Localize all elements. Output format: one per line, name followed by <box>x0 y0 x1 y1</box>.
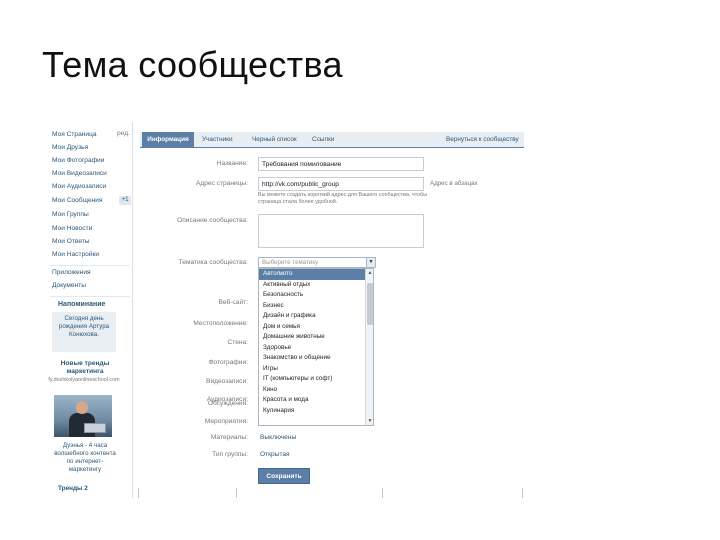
topic-select[interactable]: Выберите тематику ▼ <box>258 257 376 268</box>
topic-option[interactable]: Кино <box>259 385 365 396</box>
address-hint: Вы можете создать короткий адрес для Ваш… <box>258 192 428 205</box>
sidebar-edit-link[interactable]: ред. <box>117 130 130 137</box>
topic-label: Тематика сообщества: <box>178 259 248 266</box>
topic-option[interactable]: Здоровье <box>259 343 365 354</box>
sidebar-item-videos[interactable]: Мои Видеозаписи <box>52 169 107 179</box>
address-input[interactable] <box>258 177 424 191</box>
topic-option[interactable]: IT (компьютеры и софт) <box>259 374 365 385</box>
topic-dropdown-list: Авто/мото Активный отдых Безопасность Би… <box>258 268 374 426</box>
sidebar-border <box>132 122 133 498</box>
address-label: Адрес страницы: <box>195 180 248 187</box>
sidebar-item-groups[interactable]: Мои Группы <box>52 210 89 220</box>
wall-label: Стена: <box>227 339 248 346</box>
sidebar-item-photos[interactable]: Мои Фотографии <box>52 156 104 166</box>
left-sidebar: Моя Страница ред. Мои Друзья Мои Фотогра… <box>48 122 132 498</box>
topic-option[interactable]: Бизнес <box>259 301 365 312</box>
ad-photo-face <box>76 401 88 414</box>
topic-option[interactable]: Игры <box>259 364 365 375</box>
location-label: Местоположение: <box>193 320 248 327</box>
reminder-text: Сегодня день рождения Артура Конюхова. <box>58 315 110 338</box>
topic-option[interactable]: Знакомство и общение <box>259 353 365 364</box>
events-label: Мероприятия: <box>204 418 248 425</box>
vk-screenshot: Моя Страница ред. Мои Друзья Мои Фотогра… <box>48 122 524 498</box>
chevron-down-icon[interactable]: ▼ <box>366 258 375 267</box>
description-textarea[interactable] <box>258 214 424 248</box>
topic-select-placeholder: Выберите тематику <box>262 259 319 266</box>
name-input[interactable] <box>258 157 424 171</box>
reminder-title: Напоминание <box>58 301 106 308</box>
messages-count-badge: +1 <box>119 196 131 205</box>
reminder-box[interactable]: Сегодня день рождения Артура Конюхова. <box>52 312 116 352</box>
tab-members[interactable]: Участники <box>202 132 233 148</box>
scroll-down-icon[interactable]: ▼ <box>366 417 373 425</box>
topic-option[interactable]: Дом и семья <box>259 322 365 333</box>
ad-photo[interactable] <box>54 395 112 437</box>
photos-label: Фотографии: <box>208 359 248 366</box>
divider-mark <box>236 488 237 498</box>
scroll-up-icon[interactable]: ▲ <box>366 269 373 277</box>
materials-label: Материалы: <box>210 434 248 441</box>
tab-bar: Информация Участники Черный список Ссылк… <box>140 132 524 148</box>
divider-mark <box>138 488 139 498</box>
group-type-value[interactable]: Открытая <box>260 451 290 458</box>
sidebar-item-audio[interactable]: Мои Аудиозаписи <box>52 182 106 192</box>
sidebar-item-news[interactable]: Мои Новости <box>52 224 92 234</box>
save-button[interactable]: Сохранить <box>258 468 310 484</box>
ad-next-title[interactable]: Тренды 2 <box>58 485 88 492</box>
topic-option[interactable]: Кулинария <box>259 406 365 417</box>
sidebar-item-settings[interactable]: Мои Настройки <box>52 250 99 260</box>
address-side-link[interactable]: Адрес в абзацах <box>430 180 478 187</box>
group-type-label: Тип группы: <box>212 451 248 458</box>
tab-info[interactable]: Информация <box>142 132 194 148</box>
materials-value[interactable]: Выключены <box>260 434 296 441</box>
dropdown-scroll-thumb[interactable] <box>367 283 373 325</box>
divider-mark <box>382 488 383 498</box>
ad-photo-laptop <box>84 423 106 433</box>
ad-title[interactable]: Новые тренды маркетинга <box>54 360 116 376</box>
ad-text: Дуэнья - 4 часа волшебного контента по и… <box>54 442 116 473</box>
topic-option[interactable]: Авто/мото <box>259 269 365 280</box>
tab-blacklist[interactable]: Черный список <box>252 132 297 148</box>
ad-url: fy.doshkolyaonlineschool.com <box>48 377 120 383</box>
sidebar-item-messages[interactable]: Мои Сообщения <box>52 196 103 206</box>
videos-label: Видеозаписи: <box>206 378 248 385</box>
website-label: Веб-сайт: <box>218 299 248 306</box>
sidebar-divider <box>50 265 130 266</box>
sidebar-item-my-page[interactable]: Моя Страница <box>52 130 97 140</box>
tab-back-to-community[interactable]: Вернуться к сообществу <box>446 132 519 148</box>
sidebar-item-apps[interactable]: Приложения <box>52 268 91 278</box>
sidebar-item-documents[interactable]: Документы <box>52 281 86 291</box>
discussions-label: Обсуждения: <box>207 400 248 407</box>
slide-title: Тема сообщества <box>42 44 343 85</box>
topic-option[interactable]: Дизайн и графика <box>259 311 365 322</box>
topic-option[interactable]: Активный отдых <box>259 280 365 291</box>
divider-mark <box>522 488 523 498</box>
sidebar-item-friends[interactable]: Мои Друзья <box>52 143 88 153</box>
tab-links[interactable]: Ссылки <box>312 132 335 148</box>
topic-option[interactable]: Домашние животные <box>259 332 365 343</box>
topic-option[interactable]: Безопасность <box>259 290 365 301</box>
sidebar-item-answers[interactable]: Мои Ответы <box>52 237 90 247</box>
name-label: Название: <box>216 160 248 167</box>
topic-option[interactable]: Красота и мода <box>259 395 365 406</box>
sidebar-divider <box>50 296 130 297</box>
description-label: Описание сообщества: <box>177 217 248 224</box>
dropdown-scrollbar[interactable]: ▲ ▼ <box>365 269 373 425</box>
